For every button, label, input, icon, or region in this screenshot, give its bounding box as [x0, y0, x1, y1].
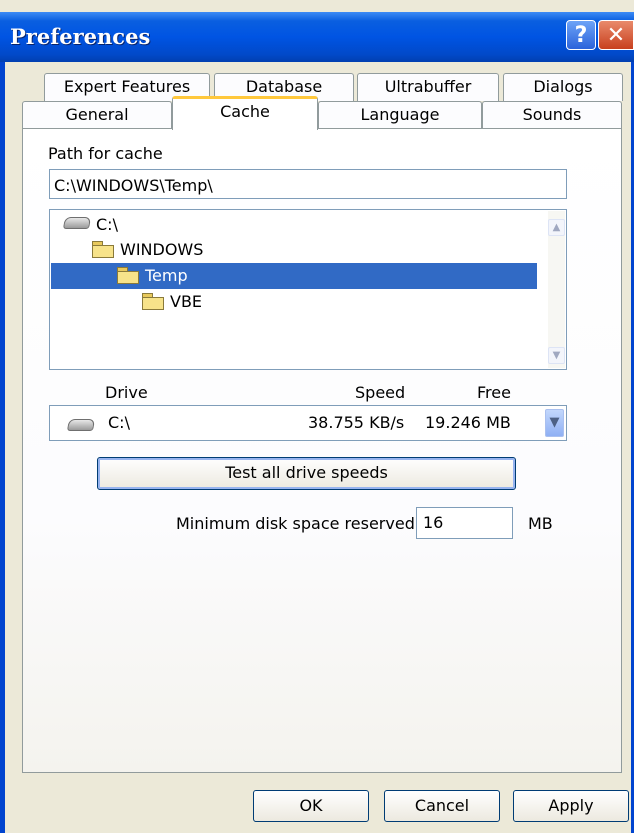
- tab-language[interactable]: Language: [318, 101, 482, 129]
- scroll-down-button[interactable]: ▼: [548, 347, 565, 364]
- tab-general[interactable]: General: [22, 101, 172, 129]
- title-bar[interactable]: Preferences ? ✕: [0, 12, 634, 62]
- folder-icon: [92, 241, 114, 258]
- tab-label: Ultrabuffer: [384, 77, 472, 96]
- scroll-up-button[interactable]: ▲: [548, 219, 565, 236]
- tree-item-label: WINDOWS: [120, 240, 204, 259]
- selected-drive-speed: 38.755 KB/s: [308, 413, 405, 432]
- tree-item-windows[interactable]: WINDOWS: [92, 237, 203, 263]
- free-column-header: Free: [477, 383, 511, 402]
- tree-item-label: Temp: [145, 266, 188, 285]
- tab-label: General: [65, 105, 129, 124]
- tab-label: Expert Features: [63, 77, 191, 96]
- tree-item-temp[interactable]: Temp: [51, 263, 537, 289]
- drive-column-header: Drive: [105, 383, 148, 402]
- tab-label: Sounds: [522, 105, 582, 124]
- close-button[interactable]: ✕: [598, 20, 634, 50]
- ok-button[interactable]: OK: [253, 790, 369, 822]
- folder-tree[interactable]: C:\ WINDOWS Temp VBE ▲ ▼: [49, 209, 567, 370]
- window-title: Preferences: [10, 24, 151, 49]
- tab-sounds[interactable]: Sounds: [482, 101, 622, 129]
- tab-label: Database: [245, 77, 323, 96]
- tree-item-vbe[interactable]: VBE: [142, 289, 202, 315]
- cache-path-field[interactable]: C:\WINDOWS\Temp\: [49, 169, 567, 199]
- folder-icon: [142, 293, 164, 310]
- selected-drive: C:\: [108, 413, 130, 432]
- tree-item-label: VBE: [170, 292, 203, 311]
- tab-label: Dialogs: [533, 77, 593, 96]
- tree-scrollbar[interactable]: ▲ ▼: [548, 211, 565, 368]
- chevron-down-icon: ▼: [552, 350, 561, 361]
- apply-button[interactable]: Apply: [513, 790, 629, 822]
- drive-select[interactable]: C:\ 38.755 KB/s 19.246 MB ▼: [49, 405, 567, 441]
- selected-drive-free: 19.246 MB: [425, 413, 511, 432]
- help-button[interactable]: ?: [566, 20, 596, 50]
- help-icon: ?: [574, 23, 588, 48]
- drive-icon: [62, 217, 92, 229]
- min-space-unit: MB: [528, 514, 553, 533]
- speed-column-header: Speed: [355, 383, 406, 402]
- chevron-down-icon: ▼: [549, 415, 560, 430]
- min-space-input[interactable]: 16: [416, 507, 513, 539]
- tree-item-label: C:\: [96, 215, 118, 234]
- drive-icon: [66, 419, 96, 431]
- window-frame-left: [0, 62, 5, 833]
- preferences-window: Preferences ? ✕ Expert Features Database…: [0, 0, 634, 833]
- tree-item-drive[interactable]: C:\: [62, 212, 118, 238]
- tab-ultrabuffer[interactable]: Ultrabuffer: [357, 73, 499, 101]
- tab-label: Cache: [220, 102, 270, 121]
- path-label: Path for cache: [48, 144, 163, 163]
- tab-label: Language: [360, 105, 440, 124]
- min-space-label: Minimum disk space reserved:: [176, 514, 421, 533]
- close-icon: ✕: [606, 23, 626, 48]
- chevron-up-icon: ▲: [552, 222, 561, 233]
- tab-cache[interactable]: Cache: [172, 96, 318, 130]
- folder-icon: [117, 267, 139, 284]
- tab-dialogs[interactable]: Dialogs: [503, 73, 623, 101]
- cancel-button[interactable]: Cancel: [384, 790, 500, 822]
- test-drive-speeds-button[interactable]: Test all drive speeds: [97, 457, 516, 490]
- dropdown-button[interactable]: ▼: [545, 409, 564, 437]
